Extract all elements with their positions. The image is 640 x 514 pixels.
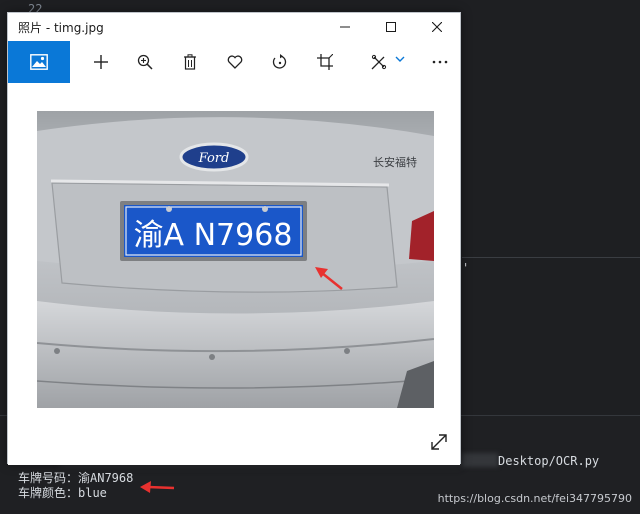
zoom-in-icon [137,54,153,70]
maximize-button[interactable] [368,13,414,41]
photos-window: 照片 - timg.jpg Ford 长安福特 渝A N7968 [7,12,461,465]
editor-divider [462,257,640,258]
zoom-button[interactable] [125,41,165,83]
chevron-down-icon [395,56,405,62]
heart-icon [227,55,243,69]
window-title: 照片 - timg.jpg [18,20,104,35]
car-model-text: 长安福特 [373,155,417,169]
favorite-button[interactable] [215,41,255,83]
minimize-button[interactable] [322,13,368,41]
car-photo: Ford 长安福特 渝A N7968 [37,111,434,408]
watermark: https://blog.csdn.net/fei347795790 [437,492,632,505]
close-icon [432,22,442,32]
edit-icon [371,54,387,70]
trash-icon [184,54,196,70]
title-bar: 照片 - timg.jpg [8,13,460,41]
window-controls [322,13,460,41]
crop-button[interactable] [305,41,345,83]
close-button[interactable] [414,13,460,41]
terminal-blurred-segment [462,453,498,467]
more-icon [432,60,448,64]
editor-quote-char: ' [462,261,470,275]
maximize-icon [386,22,396,32]
plus-icon [94,55,108,69]
crop-icon [317,54,333,70]
toolbar [8,41,460,83]
expand-icon [431,434,447,450]
more-button[interactable] [420,41,460,83]
car-image: Ford 长安福特 渝A N7968 [37,111,434,408]
photo-canvas: Ford 长安福特 渝A N7968 [8,83,460,465]
license-plate-text: 渝A N7968 [134,218,293,253]
terminal-plate-color: 车牌颜色：blue [18,486,107,500]
terminal-script-path: Desktop/OCR.py [498,454,600,468]
add-button[interactable] [81,41,121,83]
view-photo-button[interactable] [8,41,70,83]
terminal-arrow-icon [140,481,175,493]
edit-button[interactable] [363,41,413,83]
fullscreen-button[interactable] [428,431,450,453]
rotate-button[interactable] [260,41,300,83]
rotate-icon [272,54,287,69]
minimize-icon [340,26,350,28]
ford-badge-text: Ford [198,151,230,166]
delete-button[interactable] [170,41,210,83]
image-icon [30,54,48,70]
